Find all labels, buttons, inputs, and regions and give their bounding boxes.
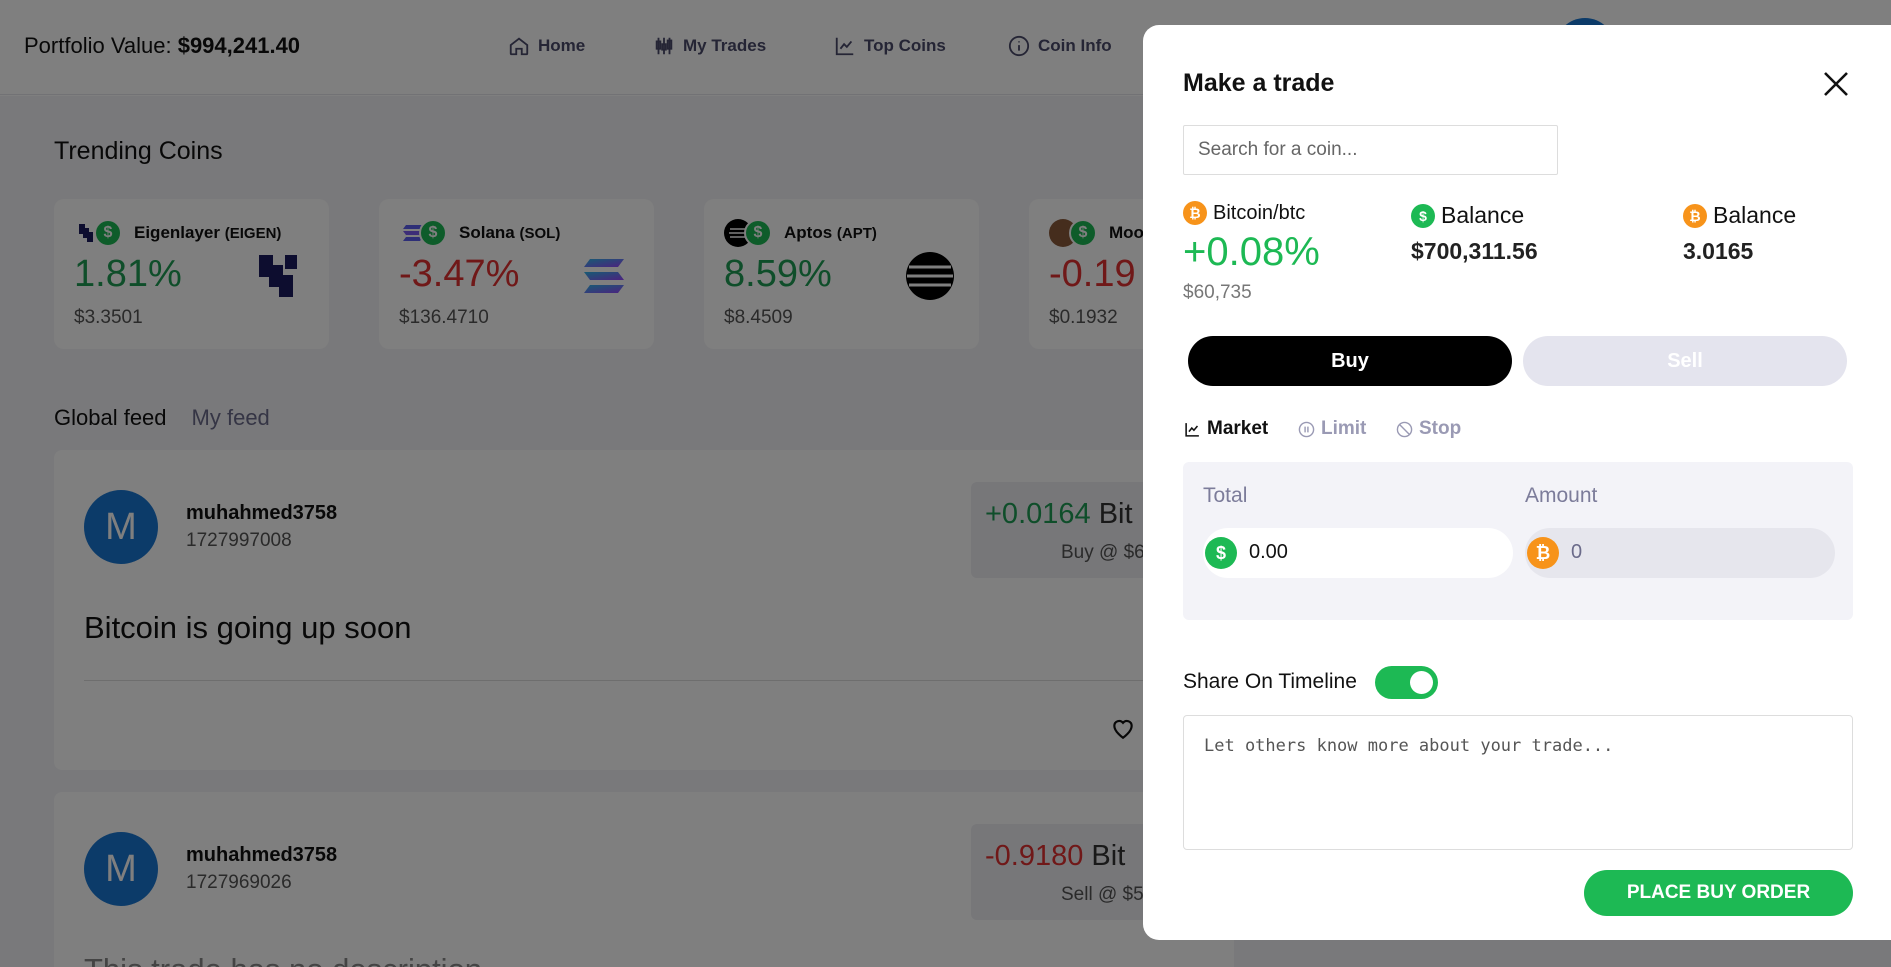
- buy-button[interactable]: Buy: [1188, 336, 1512, 386]
- bitcoin-icon: ₿: [1683, 203, 1707, 228]
- share-toggle[interactable]: [1375, 666, 1438, 699]
- pause-circle-icon: [1298, 421, 1315, 437]
- total-label: Total: [1203, 484, 1248, 507]
- usd-balance-label: $ Balance: [1411, 202, 1524, 229]
- sell-button[interactable]: Sell: [1523, 336, 1847, 386]
- dollar-icon: $: [1411, 203, 1435, 228]
- tab-market[interactable]: Market: [1184, 418, 1268, 440]
- modal-title: Make a trade: [1183, 69, 1335, 97]
- amount-field[interactable]: ₿ 0: [1525, 528, 1835, 578]
- coin-price: $60,735: [1183, 282, 1252, 303]
- toggle-knob: [1410, 671, 1433, 694]
- ban-icon: [1396, 421, 1413, 437]
- amount-label: Amount: [1525, 484, 1598, 507]
- bitcoin-icon: ₿: [1183, 201, 1207, 225]
- close-icon[interactable]: [1819, 67, 1853, 101]
- order-form: Total Amount $ 0.00 ₿ 0: [1183, 462, 1853, 620]
- bitcoin-icon: ₿: [1527, 537, 1559, 569]
- btc-balance-label: ₿ Balance: [1683, 202, 1796, 229]
- selected-coin-pair[interactable]: ₿ Bitcoin/btc: [1183, 201, 1305, 225]
- total-field[interactable]: $ 0.00: [1203, 528, 1513, 578]
- chart-line-icon: [1185, 422, 1199, 437]
- trade-modal: Make a trade ₿ Bitcoin/btc +0.08% $60,73…: [1143, 25, 1891, 940]
- tab-limit[interactable]: Limit: [1298, 418, 1366, 440]
- btc-balance-value: 3.0165: [1683, 238, 1754, 264]
- share-on-timeline-label: Share On Timeline: [1183, 670, 1357, 693]
- usd-balance-value: $700,311.56: [1411, 238, 1538, 264]
- tab-stop[interactable]: Stop: [1396, 418, 1461, 440]
- place-buy-order-button[interactable]: PLACE BUY ORDER: [1584, 870, 1853, 916]
- dollar-icon: $: [1205, 537, 1237, 569]
- coin-change: +0.08%: [1183, 230, 1320, 274]
- trade-note-input[interactable]: [1183, 715, 1853, 850]
- coin-search-input[interactable]: [1183, 125, 1558, 175]
